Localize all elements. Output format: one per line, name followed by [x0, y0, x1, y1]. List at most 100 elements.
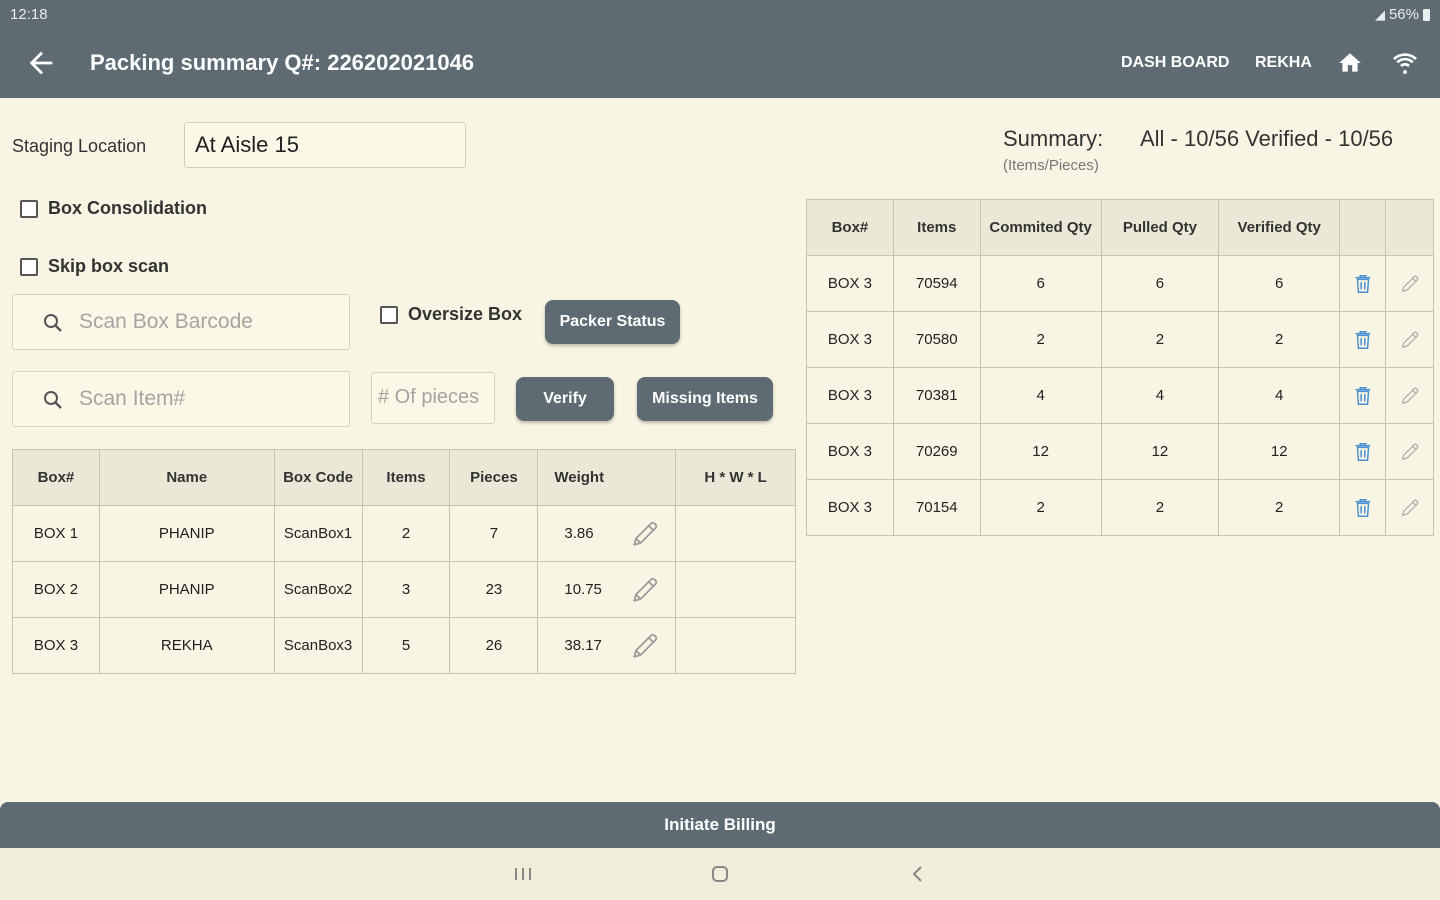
- cell-pulled-qty: 12: [1100, 423, 1220, 480]
- packer-status-button[interactable]: Packer Status: [545, 300, 680, 344]
- col-box: Box#: [806, 199, 894, 256]
- scan-box-placeholder: Scan Box Barcode: [79, 310, 253, 333]
- pencil-icon[interactable]: [1399, 329, 1421, 351]
- cell-box: BOX 3: [806, 311, 894, 368]
- user-link[interactable]: REKHA: [1255, 54, 1312, 72]
- verify-button[interactable]: Verify: [516, 377, 614, 421]
- missing-items-button[interactable]: Missing Items: [637, 377, 773, 421]
- battery-icon: [1423, 8, 1430, 21]
- col-items: Items: [892, 199, 981, 256]
- table-row[interactable]: BOX 3 REKHA ScanBox3 5 26 38.17: [12, 617, 796, 674]
- col-edit: [1385, 199, 1434, 256]
- search-icon: [44, 391, 62, 409]
- trash-icon[interactable]: [1352, 440, 1374, 464]
- weight-value: 3.86: [564, 525, 594, 542]
- cell-weight: 3.86: [537, 505, 677, 562]
- cell-verified-qty: 6: [1218, 255, 1341, 312]
- col-dimensions: H * W * L: [675, 449, 796, 506]
- trash-icon[interactable]: [1352, 272, 1374, 296]
- skip-box-scan-checkbox[interactable]: Skip box scan: [20, 256, 169, 277]
- cell-box: BOX 2: [12, 561, 100, 618]
- oversize-box-checkbox[interactable]: Oversize Box: [380, 304, 522, 325]
- cell-item: 70381: [892, 367, 981, 424]
- scan-item-input[interactable]: Scan Item#: [12, 371, 350, 427]
- pencil-icon[interactable]: [629, 518, 661, 550]
- skip-box-scan-label: Skip box scan: [48, 256, 170, 276]
- cell-committed-qty: 6: [979, 255, 1102, 312]
- col-box: Box#: [12, 449, 100, 506]
- scan-box-barcode-input[interactable]: Scan Box Barcode: [12, 294, 350, 350]
- search-icon: [44, 314, 62, 332]
- staging-location-input[interactable]: At Aisle 15: [184, 122, 466, 168]
- boxes-table-header: Box# Name Box Code Items Pieces Weight H…: [12, 449, 796, 506]
- boxes-table: Box# Name Box Code Items Pieces Weight H…: [12, 449, 796, 674]
- col-weight: Weight: [537, 449, 677, 506]
- col-delete: [1339, 199, 1387, 256]
- cell-box: BOX 3: [806, 423, 894, 480]
- cell-items: 5: [361, 617, 451, 674]
- items-table: Box# Items Commited Qty Pulled Qty Verif…: [806, 199, 1434, 536]
- pencil-icon[interactable]: [1399, 273, 1421, 295]
- pencil-icon[interactable]: [629, 574, 661, 606]
- table-row[interactable]: BOX 3 70269 12 12 12: [806, 423, 1434, 480]
- cell-pieces: 23: [449, 561, 539, 618]
- cell-delete: [1339, 255, 1387, 312]
- trash-icon[interactable]: [1352, 328, 1374, 352]
- pencil-icon[interactable]: [1399, 385, 1421, 407]
- cell-pulled-qty: 2: [1100, 479, 1220, 536]
- checkbox-icon: [20, 257, 38, 276]
- table-row[interactable]: BOX 1 PHANIP ScanBox1 2 7 3.86: [12, 505, 796, 562]
- box-consolidation-checkbox[interactable]: Box Consolidation: [20, 198, 207, 219]
- col-committed-qty: Commited Qty: [979, 199, 1102, 256]
- cell-pulled-qty: 4: [1100, 367, 1220, 424]
- cell-edit: [1385, 423, 1434, 480]
- cell-box: BOX 1: [12, 505, 100, 562]
- cell-box: BOX 3: [806, 479, 894, 536]
- pencil-icon[interactable]: [629, 630, 661, 662]
- cell-pulled-qty: 2: [1100, 311, 1220, 368]
- cell-box-code: ScanBox1: [273, 505, 363, 562]
- back-button-icon[interactable]: [908, 862, 928, 886]
- summary-title: Summary:: [1003, 126, 1104, 151]
- table-row[interactable]: BOX 2 PHANIP ScanBox2 3 23 10.75: [12, 561, 796, 618]
- signal-icon: ◢: [1374, 6, 1385, 22]
- cell-verified-qty: 2: [1218, 311, 1341, 368]
- cell-item: 70269: [892, 423, 981, 480]
- cell-box: BOX 3: [806, 255, 894, 312]
- cell-delete: [1339, 479, 1387, 536]
- recent-apps-icon[interactable]: [512, 862, 534, 886]
- trash-icon[interactable]: [1352, 496, 1374, 520]
- table-row[interactable]: BOX 3 70594 6 6 6: [806, 255, 1434, 312]
- weight-value: 38.17: [564, 637, 602, 654]
- trash-icon[interactable]: [1352, 384, 1374, 408]
- cell-edit: [1385, 311, 1434, 368]
- cell-edit: [1385, 479, 1434, 536]
- scan-item-placeholder: Scan Item#: [79, 387, 186, 410]
- pieces-input[interactable]: # Of pieces: [371, 372, 495, 424]
- initiate-billing-button[interactable]: Initiate Billing: [0, 802, 1440, 848]
- home-button-icon[interactable]: [708, 862, 732, 886]
- cell-committed-qty: 12: [979, 423, 1102, 480]
- cell-box: BOX 3: [12, 617, 100, 674]
- cell-delete: [1339, 423, 1387, 480]
- home-icon[interactable]: [1336, 50, 1364, 76]
- cell-delete: [1339, 367, 1387, 424]
- dashboard-link[interactable]: DASH BOARD: [1121, 54, 1229, 72]
- table-row[interactable]: BOX 3 70381 4 4 4: [806, 367, 1434, 424]
- cell-dimensions: [675, 561, 796, 618]
- back-arrow-icon[interactable]: [24, 46, 58, 80]
- table-row[interactable]: BOX 3 70154 2 2 2: [806, 479, 1434, 536]
- cell-box: BOX 3: [806, 367, 894, 424]
- cell-edit: [1385, 255, 1434, 312]
- summary-values: All - 10/56 Verified - 10/56: [1140, 126, 1394, 151]
- cell-dimensions: [675, 617, 796, 674]
- table-row[interactable]: BOX 3 70580 2 2 2: [806, 311, 1434, 368]
- wifi-icon[interactable]: [1390, 50, 1420, 76]
- pencil-icon[interactable]: [1399, 497, 1421, 519]
- pencil-icon[interactable]: [1399, 441, 1421, 463]
- system-nav-bar: [0, 848, 1440, 900]
- cell-items: 2: [361, 505, 451, 562]
- cell-pulled-qty: 6: [1100, 255, 1220, 312]
- cell-verified-qty: 4: [1218, 367, 1341, 424]
- items-table-header: Box# Items Commited Qty Pulled Qty Verif…: [806, 199, 1434, 256]
